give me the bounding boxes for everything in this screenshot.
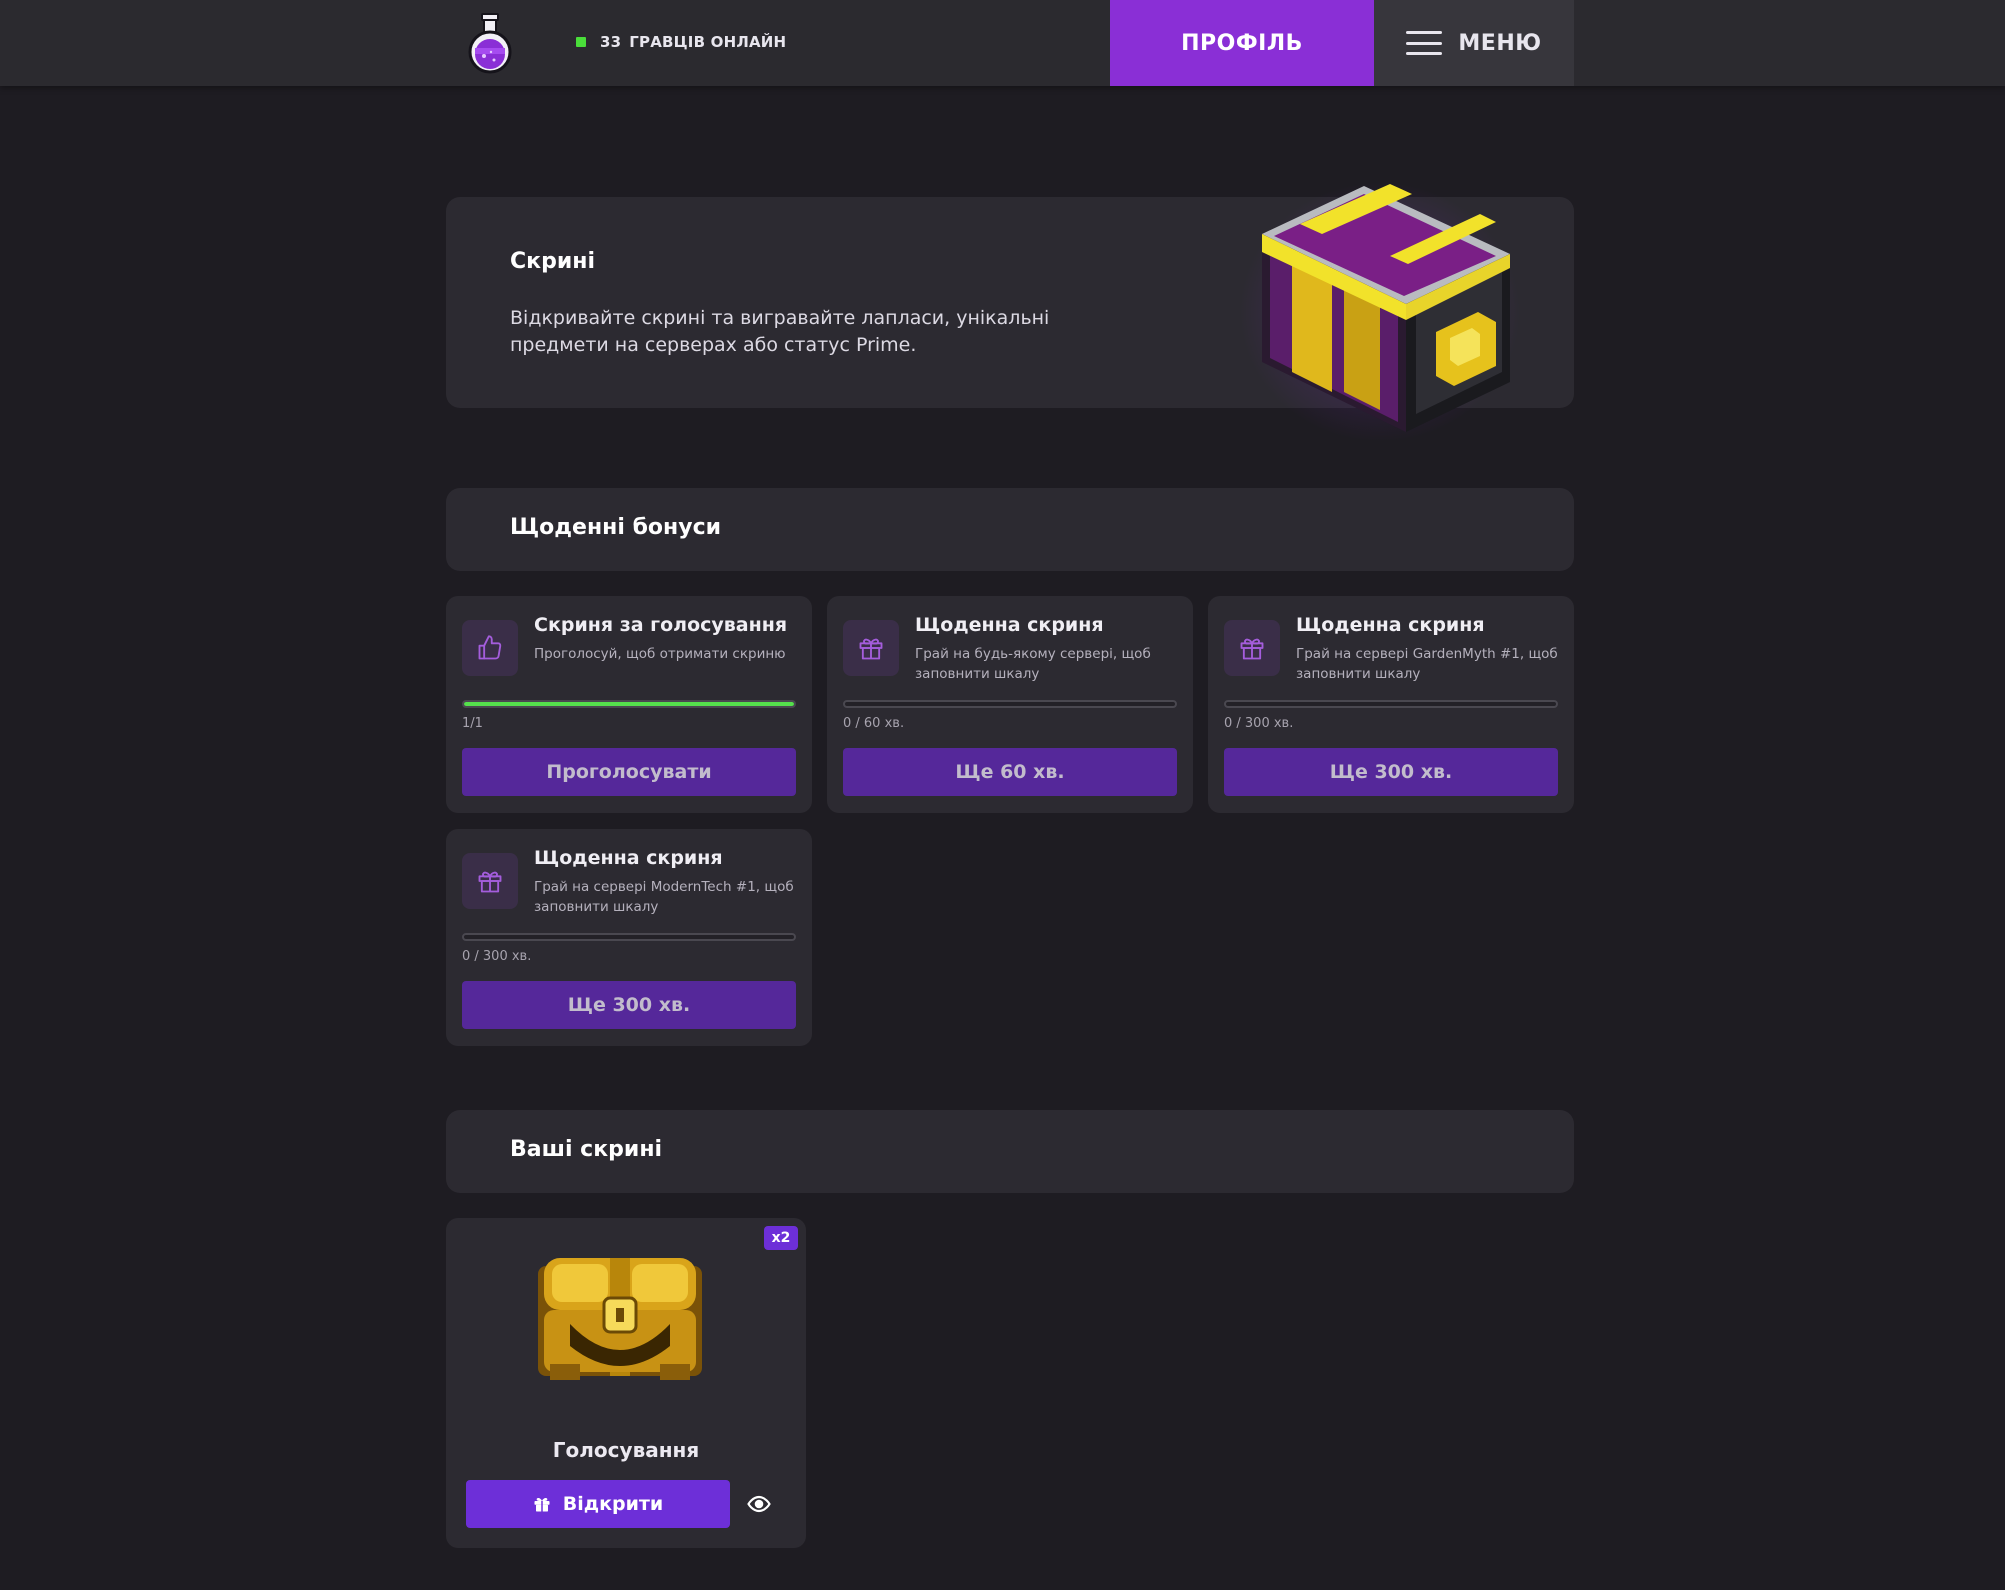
bonus-description: Грай на сервері GardenMyth #1, щоб запов… (1296, 646, 1558, 682)
thumbs-up-icon (462, 620, 518, 676)
chest-name: Голосування (552, 1438, 700, 1462)
bonus-progress-text: 0 / 300 хв. (462, 949, 532, 964)
gift-icon (534, 1498, 550, 1512)
bonus-title: Щоденна скриня (915, 614, 1104, 636)
bonus-description: Грай на сервері ModernTech #1, щоб запов… (534, 879, 794, 915)
open-chest-label: Відкрити (562, 1493, 664, 1515)
online-status: 33 ГРАВЦІВ ОНЛАЙН (576, 31, 786, 53)
open-chest-button[interactable]: Відкрити (466, 1480, 730, 1528)
online-label: ГРАВЦІВ ОНЛАЙН (629, 33, 787, 51)
daily-bonuses-header: Щоденні бонуси (446, 488, 1574, 571)
gift-icon (843, 620, 899, 676)
bonus-card-vote: Скриня за голосування Проголосуй, щоб от… (446, 596, 812, 813)
bonus-card-daily-any: Щоденна скриня Грай на будь-якому сервер… (827, 596, 1193, 813)
bonus-description: Грай на будь-якому сервері, щоб заповнит… (915, 646, 1151, 682)
bonus-progress-bar (843, 700, 1177, 708)
bonus-progress-text: 0 / 300 хв. (1224, 716, 1294, 731)
bonus-progress-bar (462, 700, 796, 708)
daily-bonuses-title: Щоденні бонуси (510, 515, 722, 540)
bonus-timer-button[interactable]: Ще 60 хв. (843, 748, 1177, 796)
your-chests-header: Ваші скрині (446, 1110, 1574, 1193)
bonus-title: Скриня за голосування (534, 614, 788, 636)
hero-chest-image (1240, 182, 1520, 442)
gold-chest-image (538, 1258, 702, 1380)
bonus-progress-text: 1/1 (462, 716, 483, 731)
menu-button[interactable]: МЕНЮ (1374, 0, 1574, 86)
hero-title: Скрині (510, 249, 595, 274)
bonus-progress-text: 0 / 60 хв. (843, 716, 905, 731)
bonus-card-daily-moderntech: Щоденна скриня Грай на сервері ModernTec… (446, 829, 812, 1046)
your-chests-title: Ваші скрині (510, 1137, 663, 1162)
eye-icon[interactable] (746, 1492, 772, 1516)
vote-button[interactable]: Проголосувати (462, 748, 796, 796)
online-count: 33 (600, 33, 622, 51)
bonus-progress-bar (1224, 700, 1558, 708)
chest-count-badge: x2 (764, 1226, 798, 1250)
online-indicator-icon (576, 37, 586, 47)
bonus-card-daily-gardenmyth: Щоденна скриня Грай на сервері GardenMyt… (1208, 596, 1574, 813)
bonus-description: Проголосуй, щоб отримати скриню (534, 646, 786, 662)
gift-icon (462, 853, 518, 909)
chest-card: x2 Голосування Відкрити (446, 1218, 806, 1548)
profile-button[interactable]: ПРОФІЛЬ (1110, 0, 1374, 86)
bonus-timer-button[interactable]: Ще 300 хв. (1224, 748, 1558, 796)
bonus-progress-bar (462, 933, 796, 941)
menu-label: МЕНЮ (1458, 30, 1542, 56)
bonus-title: Щоденна скриня (1296, 614, 1485, 636)
potion-logo-icon[interactable] (464, 12, 516, 74)
gift-icon (1224, 620, 1280, 676)
hamburger-icon (1406, 31, 1443, 55)
top-header: 33 ГРАВЦІВ ОНЛАЙН ПРОФІЛЬ МЕНЮ (0, 0, 2005, 86)
bonus-title: Щоденна скриня (534, 847, 723, 869)
hero-description: Відкривайте скрині та вигравайте лапласи… (510, 307, 1050, 356)
bonus-timer-button[interactable]: Ще 300 хв. (462, 981, 796, 1029)
